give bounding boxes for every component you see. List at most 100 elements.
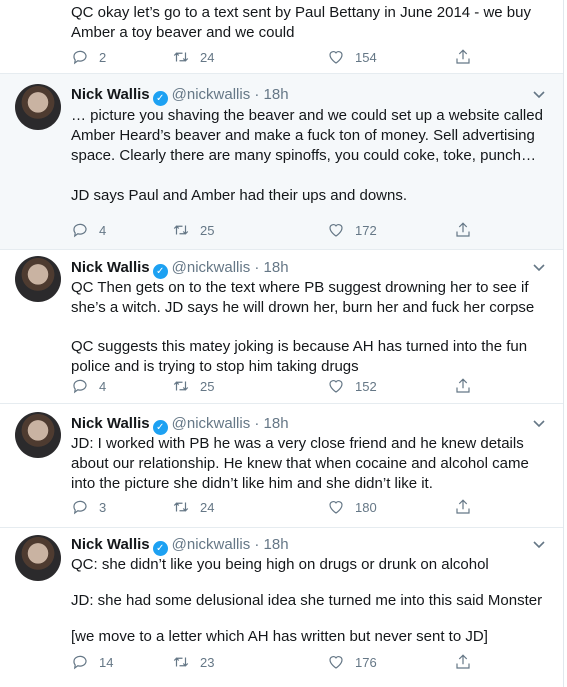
reply-icon — [73, 50, 87, 65]
avatar[interactable] — [15, 412, 61, 458]
reply-icon — [73, 379, 87, 394]
share-icon — [456, 499, 470, 514]
share-button[interactable] — [454, 48, 472, 66]
like-button[interactable]: 180 — [327, 498, 377, 516]
retweet-icon — [173, 502, 189, 512]
retweet-count: 23 — [200, 654, 215, 670]
heart-icon — [329, 51, 343, 64]
tweet-text: JD: she had some delusional idea she tur… — [71, 592, 543, 609]
chevron-down-icon[interactable] — [533, 90, 545, 100]
retweet-icon — [173, 52, 189, 62]
tweet-header: Nick Wallis ✓ @nickwallis · 18h — [71, 259, 289, 279]
tweet-text: … picture you shaving the beaver and we … — [71, 107, 543, 164]
author-name[interactable]: Nick Wallis — [71, 86, 150, 103]
tweet-actions: 14 23 176 — [71, 653, 491, 673]
reply-count: 4 — [99, 222, 107, 238]
tweet-header: Nick Wallis ✓ @nickwallis · 18h — [71, 415, 289, 435]
author-handle[interactable]: @nickwallis · 18h — [172, 536, 289, 553]
verified-badge-icon: ✓ — [152, 420, 168, 435]
reply-button[interactable]: 3 — [71, 498, 106, 516]
heart-icon — [329, 656, 343, 669]
tweet-actions: 2 24 154 — [71, 48, 491, 68]
like-button[interactable]: 152 — [327, 377, 377, 395]
reply-button[interactable]: 4 — [71, 377, 106, 395]
like-count: 180 — [355, 499, 377, 515]
tweet-actions: 3 24 180 — [71, 498, 491, 518]
avatar[interactable] — [15, 535, 61, 581]
tweet-text: QC okay let’s go to a text sent by Paul … — [71, 4, 531, 41]
retweet-icon — [173, 657, 189, 667]
share-icon — [456, 378, 470, 393]
chevron-down-icon[interactable] — [533, 263, 545, 273]
tweet[interactable]: Nick Wallis ✓ @nickwallis · 18h QC: she di… — [0, 528, 563, 687]
tweet-text: QC suggests this matey joking is because… — [71, 338, 528, 375]
author-name[interactable]: Nick Wallis — [71, 536, 150, 553]
author-name[interactable]: Nick Wallis — [71, 415, 150, 432]
retweet-icon — [173, 225, 189, 235]
tweet-body: QC Then gets on to the text where PB sug… — [71, 278, 547, 377]
tweet-text: JD says Paul and Amber had their ups and… — [71, 187, 408, 204]
retweet-button[interactable]: 25 — [172, 221, 214, 239]
share-button[interactable] — [454, 498, 472, 516]
reply-icon — [73, 500, 87, 515]
tweet-text: QC: she didn’t like you being high on dr… — [71, 556, 489, 573]
tweet-actions: 4 25 152 — [71, 377, 491, 397]
reply-button[interactable]: 14 — [71, 653, 113, 671]
retweet-button[interactable]: 24 — [172, 498, 214, 516]
tweet[interactable]: Nick Wallis ✓ @nickwallis · 18h JD: I work… — [0, 404, 563, 528]
verified-badge-icon: ✓ — [152, 264, 168, 279]
avatar[interactable] — [15, 256, 61, 302]
tweet-body: QC: she didn’t like you being high on dr… — [71, 555, 547, 647]
like-count: 154 — [355, 49, 377, 65]
retweet-button[interactable]: 24 — [172, 48, 214, 66]
like-button[interactable]: 154 — [327, 48, 377, 66]
retweet-count: 25 — [200, 378, 215, 394]
chevron-down-icon[interactable] — [533, 419, 545, 429]
reply-count: 3 — [99, 499, 107, 515]
retweet-count: 24 — [200, 499, 215, 515]
heart-icon — [329, 224, 343, 237]
retweet-count: 24 — [200, 49, 215, 65]
reply-icon — [73, 223, 87, 238]
heart-icon — [329, 501, 343, 514]
share-button[interactable] — [454, 653, 472, 671]
retweet-button[interactable]: 25 — [172, 377, 214, 395]
like-count: 152 — [355, 378, 377, 394]
tweet-feed: QC okay let’s go to a text sent by Paul … — [0, 0, 564, 687]
share-icon — [456, 49, 470, 64]
heart-icon — [329, 380, 343, 393]
tweet-header: Nick Wallis ✓ @nickwallis · 18h — [71, 86, 289, 106]
share-button[interactable] — [454, 377, 472, 395]
like-count: 176 — [355, 654, 377, 670]
tweet-header: Nick Wallis ✓ @nickwallis · 18h — [71, 536, 289, 556]
share-icon — [456, 222, 470, 237]
tweet-body: JD: I worked with PB he was a very close… — [71, 434, 547, 494]
author-handle[interactable]: @nickwallis · 18h — [172, 259, 289, 276]
tweet-body: … picture you shaving the beaver and we … — [71, 106, 547, 206]
reply-count: 2 — [99, 49, 107, 65]
author-handle[interactable]: @nickwallis · 18h — [172, 415, 289, 432]
retweet-count: 25 — [200, 222, 215, 238]
reply-button[interactable]: 2 — [71, 48, 106, 66]
reply-button[interactable]: 4 — [71, 221, 106, 239]
author-name[interactable]: Nick Wallis — [71, 259, 150, 276]
tweet-text: QC Then gets on to the text where PB sug… — [71, 279, 535, 316]
tweet-text: JD: I worked with PB he was a very close… — [71, 435, 529, 492]
like-button[interactable]: 176 — [327, 653, 377, 671]
avatar[interactable] — [15, 84, 61, 130]
reply-icon — [73, 655, 87, 670]
share-icon — [456, 654, 470, 669]
author-handle[interactable]: @nickwallis · 18h — [172, 86, 289, 103]
chevron-down-icon[interactable] — [533, 540, 545, 550]
tweet[interactable]: Nick Wallis ✓ @nickwallis · 18h QC Then ge… — [0, 250, 563, 404]
like-button[interactable]: 172 — [327, 221, 377, 239]
tweet-actions: 4 25 172 — [71, 221, 491, 241]
retweet-icon — [173, 381, 189, 391]
share-button[interactable] — [454, 221, 472, 239]
reply-count: 4 — [99, 378, 107, 394]
verified-badge-icon: ✓ — [152, 541, 168, 556]
tweet[interactable]: QC okay let’s go to a text sent by Paul … — [0, 0, 563, 74]
tweet[interactable]: Nick Wallis ✓ @nickwallis · 18h … picture … — [0, 74, 563, 250]
retweet-button[interactable]: 23 — [172, 653, 214, 671]
tweet-text: [we move to a letter which AH has writte… — [71, 628, 488, 645]
